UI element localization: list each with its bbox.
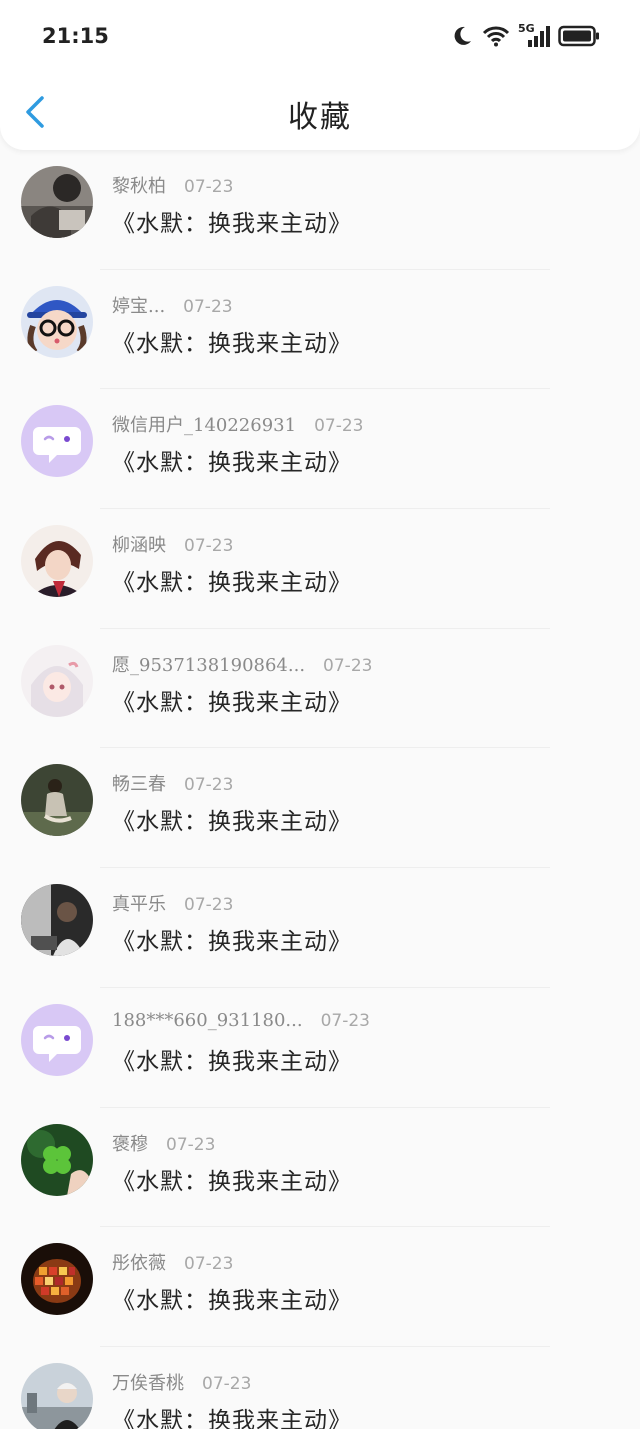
item-date: 07-23 [184, 177, 234, 197]
item-date: 07-23 [202, 1373, 252, 1394]
favorite-title: 《水默：换我来主动》 [112, 929, 352, 956]
favorite-title: 《水默：换我来主动》 [112, 1168, 352, 1195]
avatar[interactable] [21, 166, 93, 238]
list-item[interactable]: 黎秋柏 07-23 《水默：换我来主动》 [0, 150, 640, 270]
user-name: 黎秋柏 [112, 176, 166, 197]
list-item[interactable]: 真平乐 07-23 《水默：换我来主动》 [0, 868, 640, 988]
avatar[interactable] [21, 1003, 93, 1076]
clover-icon [21, 1123, 93, 1196]
favorite-title: 《水默：换我来主动》 [112, 1048, 352, 1075]
top-bar: 21:15 5G 收藏 [0, 0, 640, 150]
user-name: 畅三春 [112, 774, 166, 796]
user-name: 柳涵映 [112, 535, 166, 557]
list-item[interactable]: 万俟香桃 07-23 《水默：换我来主动》 [0, 1347, 640, 1429]
item-date: 07-23 [166, 1134, 216, 1155]
favorite-title: 《水默：换我来主动》 [112, 211, 352, 237]
moon-icon [454, 26, 471, 45]
avatar[interactable] [21, 285, 93, 358]
item-date: 07-23 [184, 536, 234, 557]
favorite-title: 《水默：换我来主动》 [112, 809, 352, 836]
item-date: 07-23 [320, 1010, 370, 1031]
item-date: 07-23 [323, 655, 373, 676]
item-date: 07-23 [184, 895, 234, 916]
user-name: 褒穆 [112, 1133, 148, 1155]
avatar[interactable] [21, 1362, 93, 1429]
battery-icon [558, 25, 599, 47]
avatar[interactable] [21, 764, 93, 837]
list-item[interactable]: 畅三春 07-23 《水默：换我来主动》 [0, 748, 640, 869]
favorite-title: 《水默：换我来主动》 [112, 330, 352, 357]
avatar[interactable] [21, 1123, 93, 1196]
list-item[interactable]: 褒穆 07-23 《水默：换我来主动》 [0, 1108, 640, 1228]
favorite-title: 《水默：换我来主动》 [112, 1407, 352, 1429]
item-date: 07-23 [184, 775, 234, 796]
page-title: 收藏 [288, 100, 352, 135]
user-name: 彤依薇 [112, 1253, 166, 1275]
avatar[interactable] [21, 405, 93, 478]
avatar[interactable] [21, 1243, 93, 1316]
user-name: 万俟香桃 [112, 1372, 184, 1394]
avatar[interactable] [21, 644, 93, 717]
list-item[interactable]: 微信用户_140226931 07-23 《水默：换我来主动》 [0, 389, 640, 510]
user-name: 188***660_931180... [112, 1009, 303, 1031]
favorite-title: 《水默：换我来主动》 [112, 570, 352, 597]
list-item[interactable]: 彤依薇 07-23 《水默：换我来主动》 [0, 1227, 640, 1347]
avatar[interactable] [21, 884, 93, 957]
list-item[interactable]: 柳涵映 07-23 《水默：换我来主动》 [0, 509, 640, 629]
user-name: 微信用户_140226931 [112, 415, 297, 437]
user-name: 婷宝... [112, 295, 166, 317]
favorite-title: 《水默：换我来主动》 [112, 689, 352, 716]
signal-icon: 5G [518, 22, 550, 48]
list-item[interactable]: 婷宝... 07-23 《水默：换我来主动》 [0, 270, 640, 390]
status-time: 21:15 [42, 24, 109, 48]
favorite-title: 《水默：换我来主动》 [112, 1288, 352, 1315]
favorite-title: 《水默：换我来主动》 [112, 450, 352, 477]
wifi-icon [482, 26, 510, 47]
user-name: 真平乐 [112, 894, 166, 916]
item-date: 07-23 [314, 416, 364, 437]
list-item[interactable]: 188***660_931180... 07-23 《水默：换我来主动》 [0, 988, 640, 1108]
chat-bubble-icon [21, 1003, 93, 1076]
list-item[interactable]: 愿_9537138190864... 07-23 《水默：换我来主动》 [0, 629, 640, 749]
user-name: 愿_9537138190864... [112, 654, 306, 676]
chat-bubble-icon [21, 405, 93, 478]
favorites-list: 黎秋柏 07-23 《水默：换我来主动》 婷宝... 07-23 《水默：换我来… [0, 150, 640, 1429]
item-date: 07-23 [183, 296, 233, 317]
status-icons: 5G [450, 22, 600, 50]
item-date: 07-23 [184, 1254, 234, 1275]
avatar[interactable] [21, 525, 93, 598]
